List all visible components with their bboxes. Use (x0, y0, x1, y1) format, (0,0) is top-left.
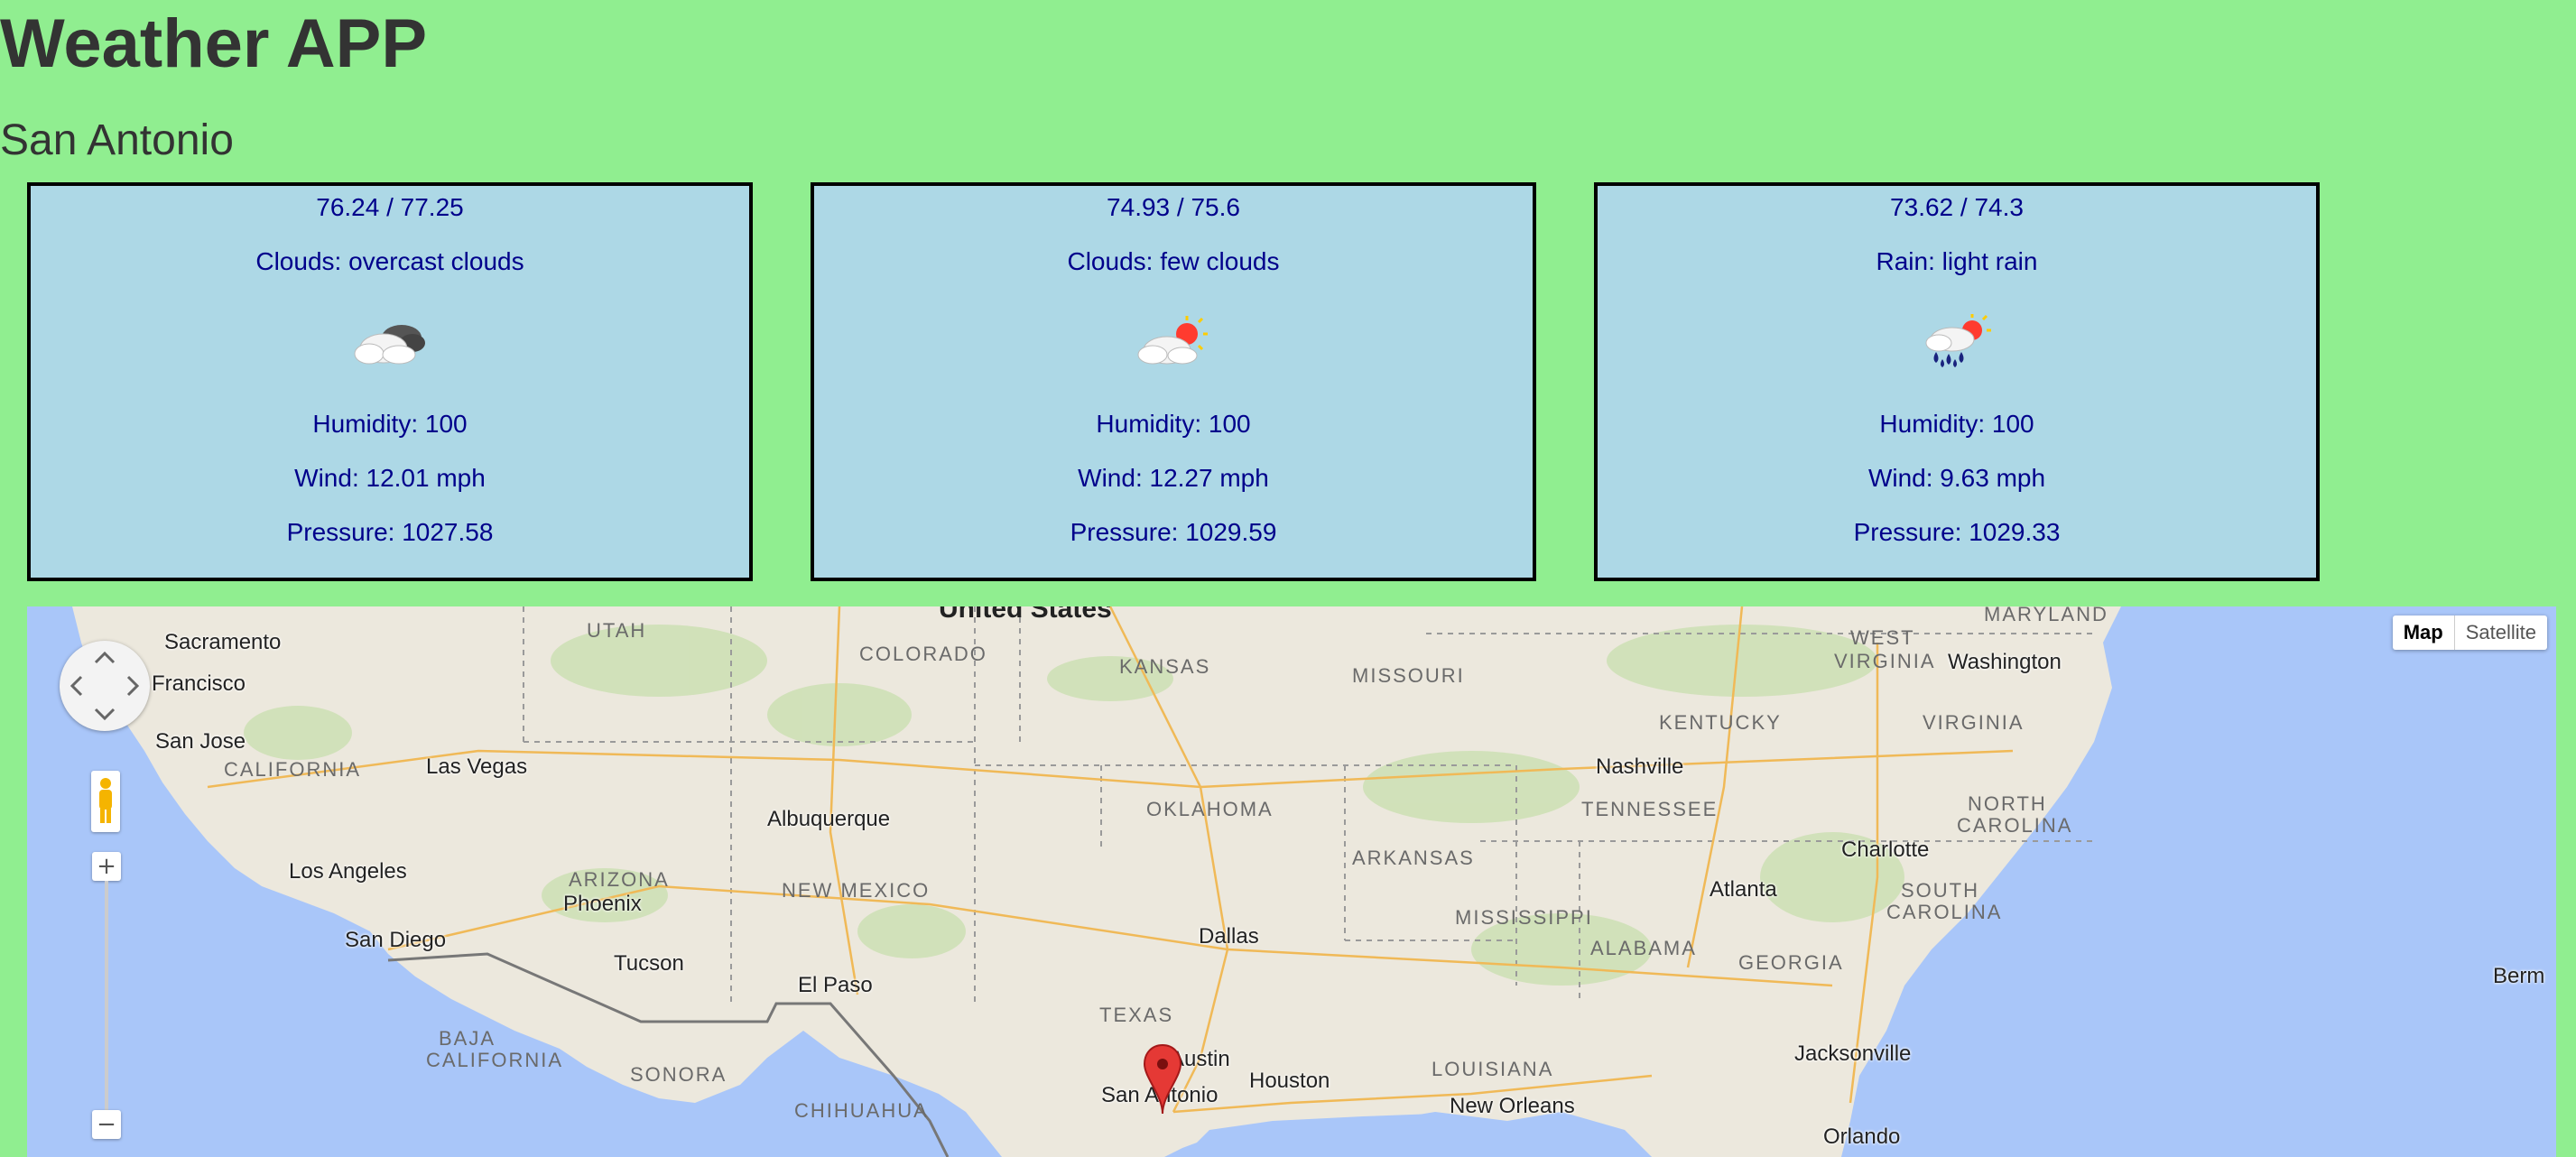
weather-description: Rain: light rain (1876, 247, 2038, 275)
pressure-value: Pressure: 1029.59 (1070, 518, 1277, 546)
state-label-mississippi: MISSISSIPPI (1455, 906, 1593, 929)
city-label-francisco: Francisco (152, 671, 246, 696)
city-label-san-jose: San Jose (155, 729, 246, 754)
street-view-pegman[interactable] (91, 771, 120, 832)
state-label-louisiana: LOUISIANA (1432, 1058, 1554, 1080)
map-type-control: Map Satellite (2392, 616, 2547, 650)
forecast-card: 73.62 / 74.3 Rain: light rain Humidity: … (1594, 182, 2320, 581)
weather-description: Clouds: overcast clouds (255, 247, 524, 275)
state-label-tennessee: TENNESSEE (1581, 798, 1719, 820)
pegman-icon (99, 778, 112, 823)
state-label-alabama: ALABAMA (1590, 937, 1697, 959)
state-label-new-mexico: NEW MEXICO (782, 879, 931, 902)
forecast-card: 76.24 / 77.25 Clouds: overcast clouds Hu… (27, 182, 753, 581)
city-label-las-vegas: Las Vegas (426, 754, 528, 779)
state-label-virginia-w: VIRGINIA (1834, 650, 1936, 672)
city-label-tucson: Tucson (614, 951, 684, 976)
app-title: Weather APP (0, 5, 428, 82)
state-label-north: NORTH (1968, 792, 2047, 815)
state-label-arizona: ARIZONA (569, 868, 670, 891)
state-label-baja: BAJA (439, 1027, 496, 1050)
pressure-value: Pressure: 1029.33 (1853, 518, 2061, 546)
weather-description: Clouds: few clouds (1067, 247, 1280, 275)
state-label-baja-california: CALIFORNIA (426, 1049, 564, 1071)
humidity-value: Humidity: 100 (1096, 410, 1251, 438)
state-label-carolina-s: CAROLINA (1886, 901, 2003, 923)
light-rain-icon (1925, 314, 1991, 367)
state-label-chihuahua: CHIHUAHUA (794, 1099, 929, 1122)
zoom-out-button[interactable]: − (92, 1110, 121, 1139)
city-label-phoenix: Phoenix (563, 892, 642, 916)
temperature-range: 73.62 / 74.3 (1890, 193, 2024, 221)
forecast-card: 74.93 / 75.6 Clouds: few clouds Humidity… (811, 182, 1536, 581)
state-label-utah: UTAH (587, 619, 647, 642)
state-label-kentucky: KENTUCKY (1659, 711, 1782, 734)
state-label-maryland: MARYLAND (1984, 606, 2108, 625)
city-label-houston: Houston (1249, 1069, 1330, 1093)
city-label-jacksonville: Jacksonville (1794, 1041, 1912, 1066)
city-label-charlotte: Charlotte (1841, 838, 1930, 862)
city-name: San Antonio (0, 116, 234, 164)
city-label-los-angeles: Los Angeles (289, 859, 407, 884)
map-marker-icon[interactable] (1143, 1043, 1182, 1115)
few-clouds-icon (1137, 316, 1208, 365)
state-label-virginia: VIRGINIA (1923, 711, 2025, 734)
city-label-dallas: Dallas (1199, 924, 1259, 949)
state-label-georgia: GEORGIA (1738, 951, 1844, 974)
state-label-texas: TEXAS (1099, 1004, 1174, 1026)
zoom-in-button[interactable]: + (92, 852, 121, 881)
humidity-value: Humidity: 100 (312, 410, 468, 438)
city-label-san-diego: San Diego (345, 928, 447, 952)
city-label-nashville: Nashville (1596, 754, 1684, 779)
temperature-range: 76.24 / 77.25 (316, 193, 464, 221)
overcast-clouds-icon (354, 325, 425, 365)
state-label-california: CALIFORNIA (224, 758, 362, 781)
humidity-value: Humidity: 100 (1879, 410, 2034, 438)
city-label-new-orleans: New Orleans (1450, 1094, 1575, 1118)
state-label-west: WEST (1850, 626, 1915, 649)
city-label-atlanta: Atlanta (1710, 877, 1777, 902)
wind-value: Wind: 9.63 mph (1867, 464, 2046, 492)
city-label-orlando: Orlando (1823, 1125, 1901, 1149)
state-label-kansas: KANSAS (1119, 655, 1211, 678)
city-label-washington: Washington (1948, 650, 2062, 674)
state-label-missouri: MISSOURI (1352, 664, 1465, 687)
state-label-sonora: SONORA (630, 1063, 727, 1086)
city-label-berm: Berm (2493, 964, 2545, 988)
map-type-map-button[interactable]: Map (2393, 616, 2454, 650)
city-label-el-paso: El Paso (798, 973, 873, 997)
state-label-colorado: COLORADO (859, 643, 987, 665)
forecast-cards: 76.24 / 77.25 Clouds: overcast clouds Hu… (0, 182, 2576, 581)
state-label-arkansas: ARKANSAS (1352, 847, 1475, 869)
map-type-satellite-button[interactable]: Satellite (2453, 616, 2547, 650)
wind-value: Wind: 12.27 mph (1078, 464, 1269, 492)
state-label-carolina-n: CAROLINA (1957, 814, 2073, 837)
wind-value: Wind: 12.01 mph (294, 464, 486, 492)
pan-control[interactable] (60, 641, 150, 731)
temperature-range: 74.93 / 75.6 (1107, 193, 1240, 221)
pan-arrows-icon (69, 651, 140, 721)
pressure-value: Pressure: 1027.58 (286, 518, 494, 546)
zoom-slider[interactable] (105, 881, 108, 1115)
city-label-albuquerque: Albuquerque (767, 807, 891, 831)
city-label-sacramento: Sacramento (164, 630, 282, 654)
country-label: United States (939, 606, 1112, 624)
map[interactable]: United States UTAH COLORADO KANSAS MISSO… (27, 606, 2556, 1157)
state-label-south: SOUTH (1901, 879, 1979, 902)
state-label-oklahoma: OKLAHOMA (1146, 798, 1274, 820)
